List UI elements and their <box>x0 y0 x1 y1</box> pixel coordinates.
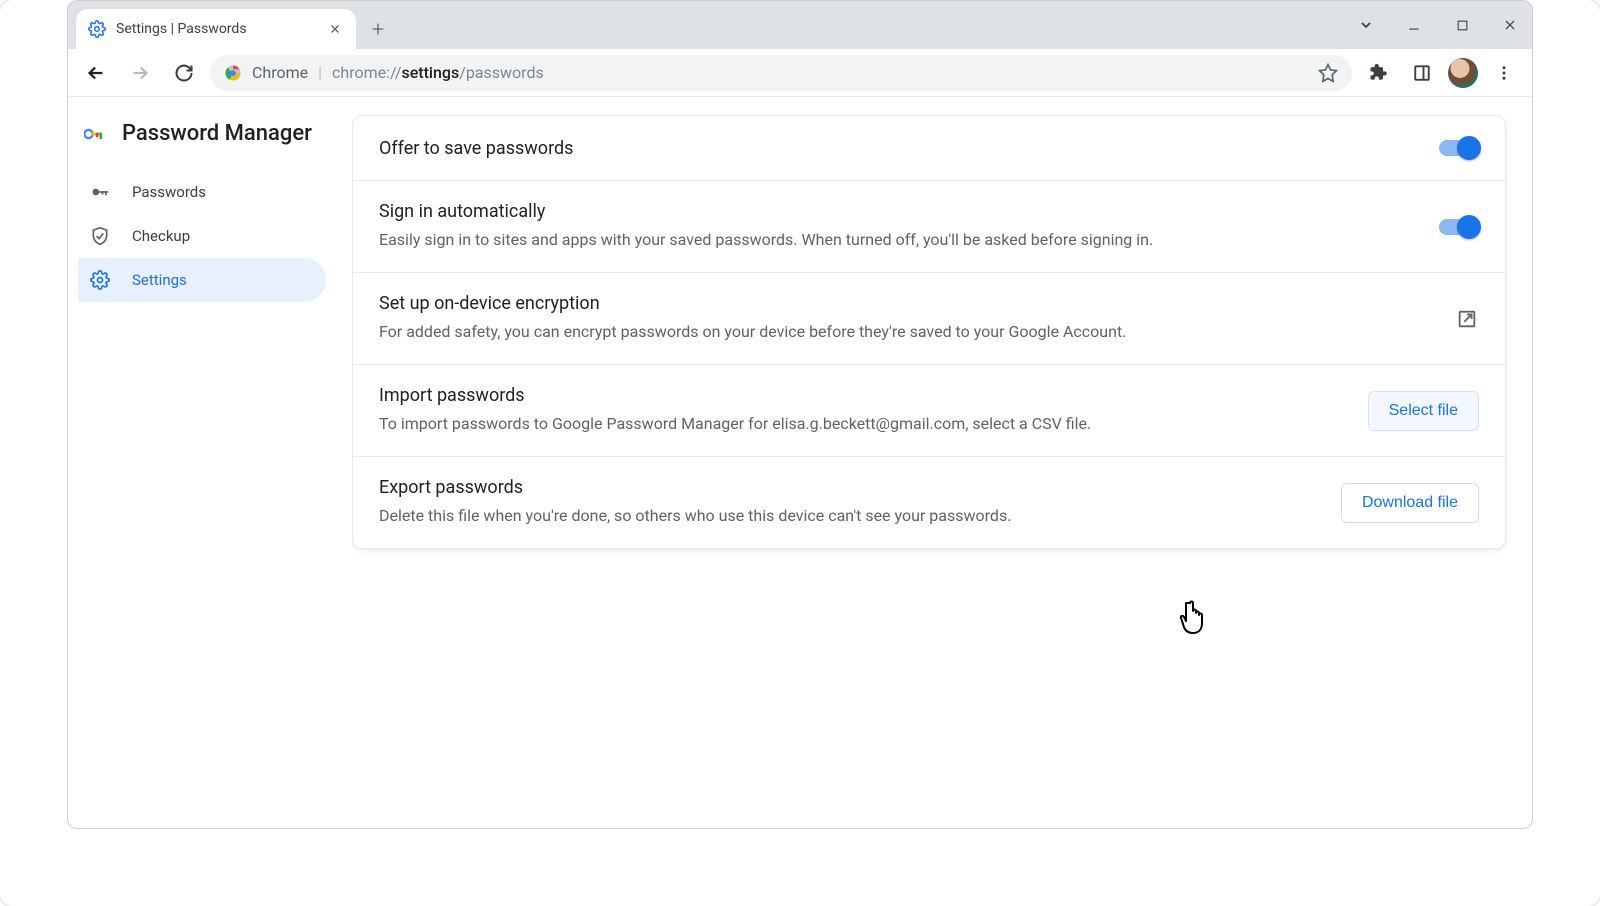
gear-icon <box>90 270 110 290</box>
sidebar-item-settings[interactable]: Settings <box>78 258 326 302</box>
gear-icon <box>88 20 106 38</box>
setting-sign-in-automatically: Sign in automatically Easily sign in to … <box>353 180 1505 272</box>
setting-import-passwords: Import passwords To import passwords to … <box>353 364 1505 456</box>
key-icon <box>90 182 110 202</box>
password-manager-logo-icon <box>84 127 104 141</box>
setting-on-device-encryption[interactable]: Set up on-device encryption For added sa… <box>353 272 1505 364</box>
address-bar[interactable]: Chrome | chrome://settings/passwords <box>210 55 1352 91</box>
site-info-icon[interactable] <box>224 64 242 82</box>
app-title: Password Manager <box>78 115 342 170</box>
browser-toolbar: Chrome | chrome://settings/passwords <box>68 49 1532 97</box>
setting-export-passwords: Export passwords Delete this file when y… <box>353 456 1505 548</box>
sidebar: Password Manager Passwords Checkup Setti… <box>68 97 352 828</box>
sidebar-item-passwords[interactable]: Passwords <box>78 170 326 214</box>
sidebar-item-label: Checkup <box>132 227 190 245</box>
sidebar-item-label: Settings <box>132 271 187 289</box>
browser-tab[interactable]: Settings | Passwords <box>76 9 356 49</box>
address-chip: Chrome <box>252 63 308 82</box>
maximize-button[interactable] <box>1448 11 1476 39</box>
setting-description: To import passwords to Google Password M… <box>379 412 1348 436</box>
setting-title: Sign in automatically <box>379 201 1419 222</box>
side-panel-button[interactable] <box>1404 55 1440 91</box>
forward-button[interactable] <box>122 55 158 91</box>
setting-description: For added safety, you can encrypt passwo… <box>379 320 1435 344</box>
download-file-button[interactable]: Download file <box>1341 483 1479 523</box>
tabs-dropdown-button[interactable] <box>1352 11 1380 39</box>
setting-offer-to-save: Offer to save passwords <box>353 116 1505 180</box>
bookmark-button[interactable] <box>1318 63 1338 83</box>
setting-title: Offer to save passwords <box>379 138 1419 159</box>
settings-panel: Offer to save passwords Sign in automati… <box>352 97 1532 828</box>
extensions-button[interactable] <box>1360 55 1396 91</box>
setting-title: Import passwords <box>379 385 1348 406</box>
new-tab-button[interactable] <box>362 13 394 45</box>
sign-in-automatically-toggle[interactable] <box>1439 215 1479 239</box>
shield-check-icon <box>90 226 110 246</box>
page-title: Password Manager <box>122 121 312 146</box>
tab-strip: Settings | Passwords <box>68 1 1532 49</box>
setting-title: Set up on-device encryption <box>379 293 1435 314</box>
offer-to-save-toggle[interactable] <box>1439 136 1479 160</box>
avatar[interactable] <box>1448 58 1478 88</box>
close-window-button[interactable] <box>1496 11 1524 39</box>
menu-button[interactable] <box>1486 55 1522 91</box>
address-url: chrome://settings/passwords <box>332 63 544 82</box>
minimize-button[interactable] <box>1400 11 1428 39</box>
open-external-icon[interactable] <box>1455 307 1479 331</box>
back-button[interactable] <box>78 55 114 91</box>
reload-button[interactable] <box>166 55 202 91</box>
select-file-button[interactable]: Select file <box>1368 391 1479 431</box>
sidebar-item-checkup[interactable]: Checkup <box>78 214 326 258</box>
setting-description: Easily sign in to sites and apps with yo… <box>379 228 1419 252</box>
tab-title: Settings | Passwords <box>116 21 316 37</box>
tab-close-button[interactable] <box>326 20 344 38</box>
setting-title: Export passwords <box>379 477 1321 498</box>
sidebar-item-label: Passwords <box>132 183 206 201</box>
setting-description: Delete this file when you're done, so ot… <box>379 504 1321 528</box>
